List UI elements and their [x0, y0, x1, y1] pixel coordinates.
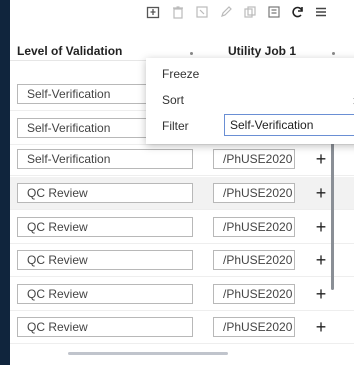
job-cell[interactable]: /PhUSE2020: [213, 217, 295, 237]
table-row[interactable]: QC Review /PhUSE2020 +: [10, 311, 354, 344]
add-button[interactable]: +: [312, 249, 330, 271]
add-button[interactable]: +: [312, 182, 330, 204]
column-menu-dot[interactable]: [332, 52, 335, 55]
grid-toolbar: [10, 0, 354, 24]
column-context-menu: Freeze Sort > Filter: [146, 58, 354, 144]
add-button[interactable]: +: [312, 316, 330, 338]
table-row[interactable]: QC Review /PhUSE2020 +: [10, 177, 354, 210]
table-row[interactable]: QC Review /PhUSE2020 +: [10, 244, 354, 277]
table-row[interactable]: QC Review /PhUSE2020 +: [10, 278, 354, 311]
validation-cell[interactable]: QC Review: [17, 284, 193, 304]
export-icon[interactable]: [145, 4, 161, 20]
menu-item-freeze[interactable]: Freeze: [162, 67, 199, 81]
job-cell[interactable]: /PhUSE2020: [213, 183, 295, 203]
column-menu-dot[interactable]: [190, 52, 193, 55]
table-row[interactable]: Self-Verification /PhUSE2020 +: [10, 143, 354, 176]
refresh-icon[interactable]: [290, 4, 306, 20]
table-row[interactable]: QC Review /PhUSE2020 +: [10, 211, 354, 244]
add-button[interactable]: +: [312, 148, 330, 170]
save-icon[interactable]: [266, 4, 282, 20]
horizontal-scrollbar[interactable]: [68, 352, 228, 355]
menu-item-filter: Filter: [162, 119, 189, 133]
menu-item-sort[interactable]: Sort: [162, 93, 184, 107]
validation-cell[interactable]: QC Review: [17, 250, 193, 270]
column-header-level-of-validation[interactable]: Level of Validation: [17, 44, 122, 58]
add-button[interactable]: +: [312, 216, 330, 238]
copy-icon[interactable]: [242, 4, 258, 20]
filter-input[interactable]: [224, 114, 354, 136]
job-cell[interactable]: /PhUSE2020: [213, 317, 295, 337]
data-grid-panel: Level of Validation Utility Job 1 Self-V…: [10, 0, 354, 365]
validation-cell[interactable]: Self-Verification: [17, 149, 193, 169]
job-cell[interactable]: /PhUSE2020: [213, 149, 295, 169]
validation-cell[interactable]: QC Review: [17, 217, 193, 237]
job-cell[interactable]: /PhUSE2020: [213, 284, 295, 304]
validation-cell[interactable]: QC Review: [17, 317, 193, 337]
validation-cell[interactable]: QC Review: [17, 183, 193, 203]
delete-icon[interactable]: [170, 4, 186, 20]
duplicate-icon[interactable]: [194, 4, 210, 20]
edit-icon[interactable]: [218, 4, 234, 20]
job-cell[interactable]: /PhUSE2020: [213, 250, 295, 270]
menu-icon[interactable]: [313, 4, 329, 20]
column-header-utility-job[interactable]: Utility Job 1: [228, 44, 296, 58]
table-header: Level of Validation Utility Job 1: [10, 24, 354, 61]
add-button[interactable]: +: [312, 283, 330, 305]
